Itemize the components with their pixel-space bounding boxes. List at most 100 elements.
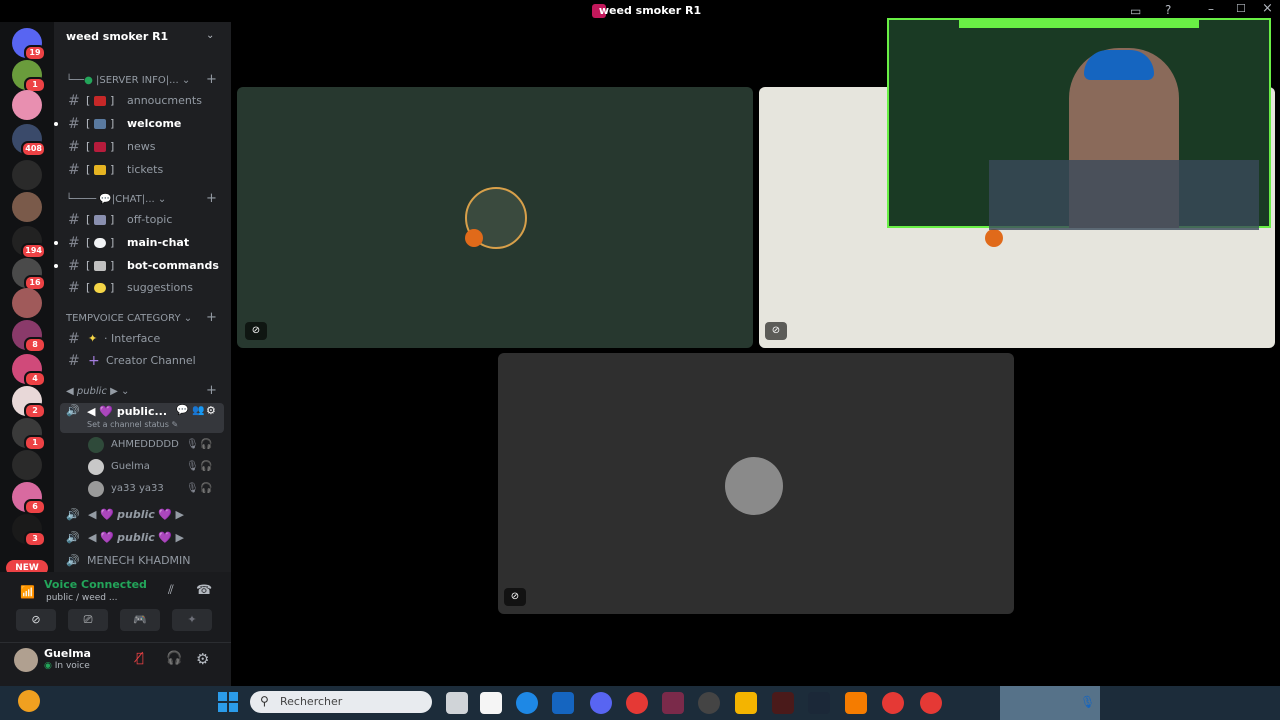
- category-tempvoice[interactable]: TEMPVOICE CATEGORY ⌄: [66, 313, 192, 324]
- mic-muted-icon[interactable]: 🎙̸: [136, 651, 144, 666]
- channel-annoucments[interactable]: #[] annoucments: [60, 91, 226, 111]
- signal-icon[interactable]: 📶: [20, 585, 35, 599]
- voice-channel[interactable]: 🔊 ◀ 💜 public 💜 ▶: [60, 528, 226, 548]
- speaker-icon: 🔊: [66, 531, 80, 544]
- maximize-icon[interactable]: ☐: [1236, 2, 1246, 15]
- chrome-icon[interactable]: [626, 692, 648, 714]
- folder-icon[interactable]: [735, 692, 757, 714]
- noise-suppression-icon[interactable]: ⫽: [168, 583, 174, 598]
- server-icon[interactable]: [12, 288, 42, 318]
- camera-button[interactable]: ⊘: [16, 609, 56, 631]
- voice-status[interactable]: Voice Connected: [44, 578, 147, 591]
- discord-icon[interactable]: [590, 692, 612, 714]
- invite-icon[interactable]: 👥: [192, 405, 204, 416]
- avatar: [88, 459, 104, 475]
- chrome-icon[interactable]: [920, 692, 942, 714]
- voice-user[interactable]: ya33 ya33 🎙 🎧: [88, 480, 224, 498]
- gear-icon[interactable]: ⚙: [196, 650, 209, 668]
- task-view-icon[interactable]: [446, 692, 468, 714]
- start-icon[interactable]: [218, 692, 238, 712]
- help-icon[interactable]: ?: [1165, 3, 1171, 17]
- avatar: [88, 437, 104, 453]
- illustrator-icon[interactable]: [772, 692, 794, 714]
- server-icon[interactable]: [12, 450, 42, 480]
- minimize-icon[interactable]: –: [1208, 2, 1214, 16]
- camera-off-icon: ⊘: [765, 322, 787, 340]
- add-channel-icon[interactable]: +: [206, 383, 217, 398]
- chrome-icon[interactable]: [882, 692, 904, 714]
- category-public[interactable]: ◀ public ▶ ⌄: [66, 386, 129, 397]
- lightbulb-icon: [94, 283, 106, 293]
- cap: [1084, 50, 1154, 80]
- voice-user[interactable]: AHMEDDDDD 🎙 🎧: [88, 436, 224, 454]
- activity-button[interactable]: 🎮: [120, 609, 160, 631]
- avatar[interactable]: [14, 648, 38, 672]
- server-icon[interactable]: [12, 160, 42, 190]
- chat-icon[interactable]: 💬: [176, 405, 188, 416]
- voice-user[interactable]: Guelma 🎙 🎧: [88, 458, 224, 476]
- server-icon[interactable]: 194: [12, 226, 46, 259]
- add-channel-icon[interactable]: +: [206, 191, 217, 206]
- channel-status[interactable]: Set a channel status ✎: [87, 420, 178, 429]
- hash-icon: #: [68, 235, 80, 251]
- server-icon[interactable]: [12, 192, 42, 222]
- inbox-icon[interactable]: ▭: [1130, 4, 1141, 18]
- screen-share-button[interactable]: ⎚: [68, 609, 108, 631]
- server-icon[interactable]: 1: [12, 418, 46, 451]
- app-icon[interactable]: [698, 692, 720, 714]
- channel-welcome[interactable]: #[] welcome: [54, 114, 226, 134]
- channel-interface[interactable]: # ✦ · Interface: [60, 329, 226, 349]
- ticket-icon: [94, 165, 106, 175]
- channel-bot-commands[interactable]: #[] bot-commands: [54, 256, 226, 276]
- hash-icon: #: [68, 212, 80, 228]
- valorant-icon[interactable]: [662, 692, 684, 714]
- disconnect-icon[interactable]: ☎: [196, 583, 212, 598]
- server-icon[interactable]: [12, 90, 42, 120]
- add-channel-icon[interactable]: +: [206, 72, 217, 87]
- camera-off-icon: ⊘: [31, 613, 41, 626]
- mic-icon[interactable]: 🎙: [1080, 695, 1095, 709]
- store-icon[interactable]: [552, 692, 574, 714]
- speech-icon: 💬: [99, 194, 112, 205]
- channel-news[interactable]: #[] news: [60, 137, 226, 157]
- server-icon[interactable]: 6: [12, 482, 46, 515]
- app-icon[interactable]: [845, 692, 867, 714]
- voice-channel[interactable]: 🔊 MENECH KHADMIN: [60, 551, 226, 571]
- channel-suggestions[interactable]: #[] suggestions: [60, 278, 226, 298]
- close-icon[interactable]: ×: [1262, 1, 1273, 16]
- channel-main-chat[interactable]: #[] main-chat: [54, 233, 226, 253]
- hash-icon: #: [68, 331, 80, 347]
- server-icon[interactable]: 16: [12, 258, 46, 291]
- server-icon[interactable]: 3: [12, 514, 46, 547]
- user-name[interactable]: Guelma: [44, 647, 91, 660]
- server-icon[interactable]: 408: [12, 124, 46, 157]
- video-tile-ahmeddddd[interactable]: ⊘: [237, 87, 753, 348]
- speaker-icon: 🔊: [66, 404, 80, 417]
- server-name[interactable]: weed smoker R1: [66, 28, 216, 46]
- channel-off-topic[interactable]: #[] off-topic: [60, 210, 226, 230]
- channel-creator[interactable]: # + Creator Channel: [60, 351, 226, 371]
- chevron-down-icon[interactable]: ⌄: [206, 30, 214, 41]
- voice-channel[interactable]: 🔊 ◀ 💜 public 💜 ▶: [60, 505, 226, 525]
- file-icon[interactable]: [480, 692, 502, 714]
- home-icon[interactable]: 19: [12, 28, 46, 61]
- weather-icon[interactable]: [18, 690, 40, 712]
- speech-icon: [94, 238, 106, 248]
- category-chat[interactable]: └──── 💬|CHAT|... ⌄: [66, 194, 166, 205]
- steam-icon[interactable]: [808, 692, 830, 714]
- soundboard-icon: ✦: [187, 613, 197, 626]
- channel-tickets[interactable]: #[] tickets: [60, 160, 226, 180]
- edge-icon[interactable]: [516, 692, 538, 714]
- server-icon[interactable]: 1: [12, 60, 46, 93]
- server-icon[interactable]: 2: [12, 386, 46, 419]
- video-tile-ya33[interactable]: ⊘: [498, 353, 1014, 614]
- gear-icon[interactable]: ⚙: [206, 404, 216, 417]
- voice-location[interactable]: public / weed ...: [46, 593, 117, 603]
- mic-muted-icon: 🎙: [186, 483, 199, 494]
- avatar: [88, 481, 104, 497]
- server-icon[interactable]: 8: [12, 320, 46, 353]
- headphones-muted-icon[interactable]: 🎧: [166, 651, 182, 666]
- add-channel-icon[interactable]: +: [206, 310, 217, 325]
- category-server-info[interactable]: └──● |SERVER INFO|... ⌄: [66, 75, 190, 86]
- soundboard-button[interactable]: ✦: [172, 609, 212, 631]
